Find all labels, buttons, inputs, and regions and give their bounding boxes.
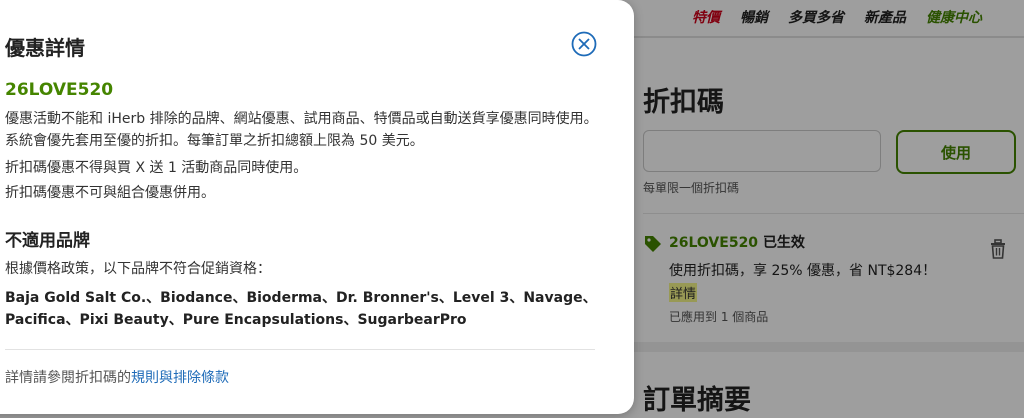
terms-note: 詳情請參閱折扣碼的規則與排除條款 (5, 367, 229, 387)
promo-details-modal: 優惠詳情 26LOVE520 優惠活動不能和 iHerb 排除的品牌、網站優惠、… (0, 0, 634, 414)
excluded-brands-title: 不適用品牌 (5, 231, 90, 251)
promo-terms-bundle-note: 折扣碼優惠不可與組合優惠併用。 (5, 185, 215, 201)
promo-code: 26LOVE520 (5, 80, 114, 100)
terms-note-text: 詳情請參閱折扣碼的 (5, 370, 131, 386)
excluded-brands-intro: 根據價格政策，以下品牌不符合促銷資格： (5, 261, 271, 277)
close-icon[interactable] (571, 31, 597, 57)
modal-title: 優惠詳情 (5, 36, 85, 60)
promo-terms-bogo-note: 折扣碼優惠不得與買 X 送 1 活動商品同時使用。 (5, 160, 308, 176)
excluded-brands-list: Baja Gold Salt Co.、Biodance、Bioderma、Dr.… (5, 290, 597, 328)
promo-terms-paragraph: 優惠活動不能和 iHerb 排除的品牌、網站優惠、試用商品、特價品或自動送貨享優… (5, 111, 598, 149)
modal-divider (5, 349, 595, 350)
terms-exclusions-link[interactable]: 規則與排除條款 (131, 370, 229, 386)
